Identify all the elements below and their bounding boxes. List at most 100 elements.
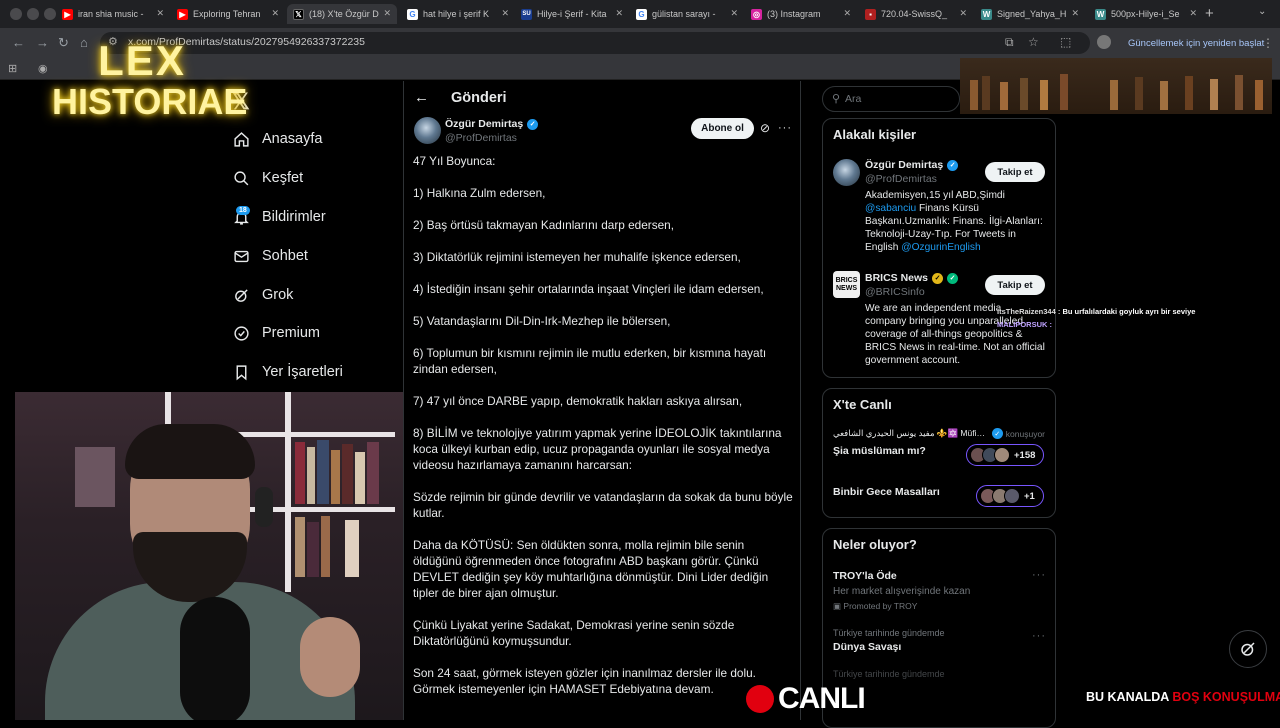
person-handle[interactable]: @BRICSinfo xyxy=(865,286,925,298)
close-icon[interactable]: ✕ xyxy=(615,8,623,19)
nav-item-premium[interactable]: Premium xyxy=(232,321,320,345)
browser-tab[interactable]: W Signed_Yahya_H ✕ xyxy=(981,4,1079,24)
listeners-pill[interactable]: +158 xyxy=(966,444,1044,466)
close-icon[interactable]: ✕ xyxy=(959,8,967,19)
nav-item-bookmarks[interactable]: Yer İşaretleri xyxy=(232,360,343,384)
person-handle[interactable]: @ProfDemirtas xyxy=(865,173,937,185)
nav-label: Keşfet xyxy=(262,170,304,186)
browser-tab[interactable]: ◎ (3) Instagram ✕ xyxy=(751,4,851,24)
post-text: 47 Yıl Boyunca: 1) Halkına Zulm edersen,… xyxy=(413,153,793,697)
wiki-icon: W xyxy=(981,8,992,20)
new-tab-button[interactable]: + xyxy=(1205,5,1214,22)
bookmark-star-icon[interactable]: ☆ xyxy=(1028,35,1039,49)
close-icon[interactable]: ✕ xyxy=(1189,8,1197,19)
nav-item-chat[interactable]: Sohbet xyxy=(232,244,308,268)
address-bar[interactable]: ⚙ x.com/ProfDemirtas/status/202795492633… xyxy=(100,32,1090,54)
mail-icon xyxy=(232,247,250,265)
youtube-icon: ▶ xyxy=(177,8,188,20)
live-topic[interactable]: Şia müslüman mı? xyxy=(833,445,926,457)
brics-logo[interactable]: BRICS NEWS xyxy=(833,271,860,298)
browser-tab[interactable]: ▶ Exploring Tehran ✕ xyxy=(177,4,279,24)
person-name[interactable]: Özgür Demirtaş ✓ xyxy=(865,159,959,171)
follow-button[interactable]: Takip et xyxy=(985,162,1045,182)
globe-icon[interactable]: ◉ xyxy=(38,62,48,75)
nav-label: Bildirimler xyxy=(262,209,326,225)
menu-icon[interactable]: ⋮ xyxy=(1262,36,1274,50)
window-close-button[interactable] xyxy=(10,8,22,20)
search-input[interactable]: ⚲ Ara xyxy=(822,86,960,112)
grok-floating-button[interactable] xyxy=(1229,630,1267,668)
update-button[interactable]: Güncellemek için yeniden başlat xyxy=(1120,33,1272,53)
browser-tab[interactable]: SU Hilye-i Şerif - Kita ✕ xyxy=(521,4,623,24)
nav-label: Yer İşaretleri xyxy=(262,364,343,380)
close-icon[interactable]: ✕ xyxy=(156,8,164,19)
browser-tab[interactable]: ▪ 720.04-SwissQ_ ✕ xyxy=(865,4,967,24)
google-icon: G xyxy=(636,8,647,20)
window-minimize-button[interactable] xyxy=(27,8,39,20)
author-handle[interactable]: @ProfDemirtas xyxy=(445,132,517,144)
post-paragraph: 7) 47 yıl önce DARBE yapıp, demokratik h… xyxy=(413,394,743,408)
back-icon[interactable]: ← xyxy=(12,35,25,50)
grok-icon xyxy=(1241,642,1255,656)
home-icon xyxy=(232,130,250,148)
search-icon: ⚲ xyxy=(832,93,841,105)
close-icon[interactable]: ✕ xyxy=(1071,8,1079,19)
tab-label: Exploring Tehran xyxy=(193,9,261,19)
post-paragraph: 5) Vatandaşlarını Dil-Din-Irk-Mezhep ile… xyxy=(413,314,671,328)
green-badge-icon: ✓ xyxy=(947,272,959,284)
author-name[interactable]: Özgür Demirtaş ✓ xyxy=(445,118,539,130)
browser-tab[interactable]: G gülistan sarayı - ✕ xyxy=(636,4,738,24)
trend-title[interactable]: TROY'la Öde xyxy=(833,570,897,582)
close-icon[interactable]: ✕ xyxy=(843,8,851,19)
browser-tab[interactable]: W 500px-Hilye-i_Se ✕ xyxy=(1095,4,1197,24)
verified-badge-icon: ✓ xyxy=(527,118,539,130)
post-paragraph: 47 Yıl Boyunca: xyxy=(413,154,496,168)
browser-tab[interactable]: G hat hilye i şerif K ✕ xyxy=(407,4,509,24)
tab-search-icon[interactable]: ⌄ xyxy=(1258,6,1266,17)
subscribe-button[interactable]: Abone ol xyxy=(691,118,754,139)
mention-link[interactable]: @OzgurinEnglish xyxy=(901,242,980,253)
forward-icon[interactable]: → xyxy=(36,35,49,50)
close-icon[interactable]: ✕ xyxy=(501,8,509,19)
page-title: Gönderi xyxy=(451,90,507,106)
avatar[interactable] xyxy=(833,159,860,186)
nav-item-home[interactable]: Anasayfa xyxy=(232,127,322,151)
nav-item-grok[interactable]: Grok xyxy=(232,283,293,307)
follow-button[interactable]: Takip et xyxy=(985,275,1045,295)
extensions-icon[interactable]: ⬚ xyxy=(1060,35,1071,49)
stream-ticker: BU KANALDA BOŞ KONUŞULMAKTA xyxy=(1086,690,1280,704)
more-options-icon[interactable]: ··· xyxy=(1032,630,1046,642)
back-arrow-icon[interactable]: ← xyxy=(414,89,429,106)
more-options-icon[interactable]: ··· xyxy=(1032,569,1046,581)
browser-tab[interactable]: ▶ iran shia music - ✕ xyxy=(62,4,164,24)
post-paragraph: Son 24 saat, görmek isteyen gözler için … xyxy=(413,666,756,696)
apps-icon[interactable]: ⊞ xyxy=(8,62,17,75)
instagram-icon: ◎ xyxy=(751,8,762,20)
nav-item-explore[interactable]: Keşfet xyxy=(232,166,303,190)
trend-title[interactable]: Dünya Savaşı xyxy=(833,641,901,653)
close-icon[interactable]: ✕ xyxy=(271,8,279,19)
close-icon[interactable]: ✕ xyxy=(730,8,738,19)
related-title: Alakalı kişiler xyxy=(833,127,917,142)
close-icon[interactable]: ✕ xyxy=(383,8,391,19)
grok-explain-icon[interactable]: ⊘ xyxy=(760,121,770,135)
mention-link[interactable]: @sabanciu xyxy=(865,203,916,214)
install-app-icon[interactable]: ⧉ xyxy=(1005,35,1014,50)
window-maximize-button[interactable] xyxy=(44,8,56,20)
person-bio: Akademisyen,15 yıl ABD,Şimdi @sabanciu F… xyxy=(865,190,1043,253)
listeners-pill[interactable]: +1 xyxy=(976,485,1044,507)
more-options-icon[interactable]: ··· xyxy=(778,122,792,134)
google-icon: G xyxy=(407,8,418,20)
person-name[interactable]: BRICS News ✓ ✓ xyxy=(865,272,959,284)
profile-avatar[interactable] xyxy=(1097,35,1111,49)
post-paragraph: 8) BİLİM ve teknolojiye yatırım yapmak y… xyxy=(413,426,782,472)
browser-tab-active[interactable]: 𝕏 (18) X'te Özgür D ✕ xyxy=(287,4,397,24)
trend-description: Her market alışverişinde kazan xyxy=(833,586,971,597)
chat-message: ItsTheRaizen344 : Bu urfalılardaki goylu… xyxy=(997,307,1196,316)
avatar[interactable] xyxy=(414,117,441,144)
verified-badge-icon: ✓ xyxy=(947,159,959,171)
live-host[interactable]: مفيد يونس الحيدري الشافعي ⚜️🔯 Müfid ... … xyxy=(833,428,1045,439)
trend-context: Türkiye tarihinde gündemde xyxy=(833,628,945,638)
live-indicator: CANLI xyxy=(746,682,866,716)
live-topic[interactable]: Binbir Gece Masalları xyxy=(833,486,940,498)
